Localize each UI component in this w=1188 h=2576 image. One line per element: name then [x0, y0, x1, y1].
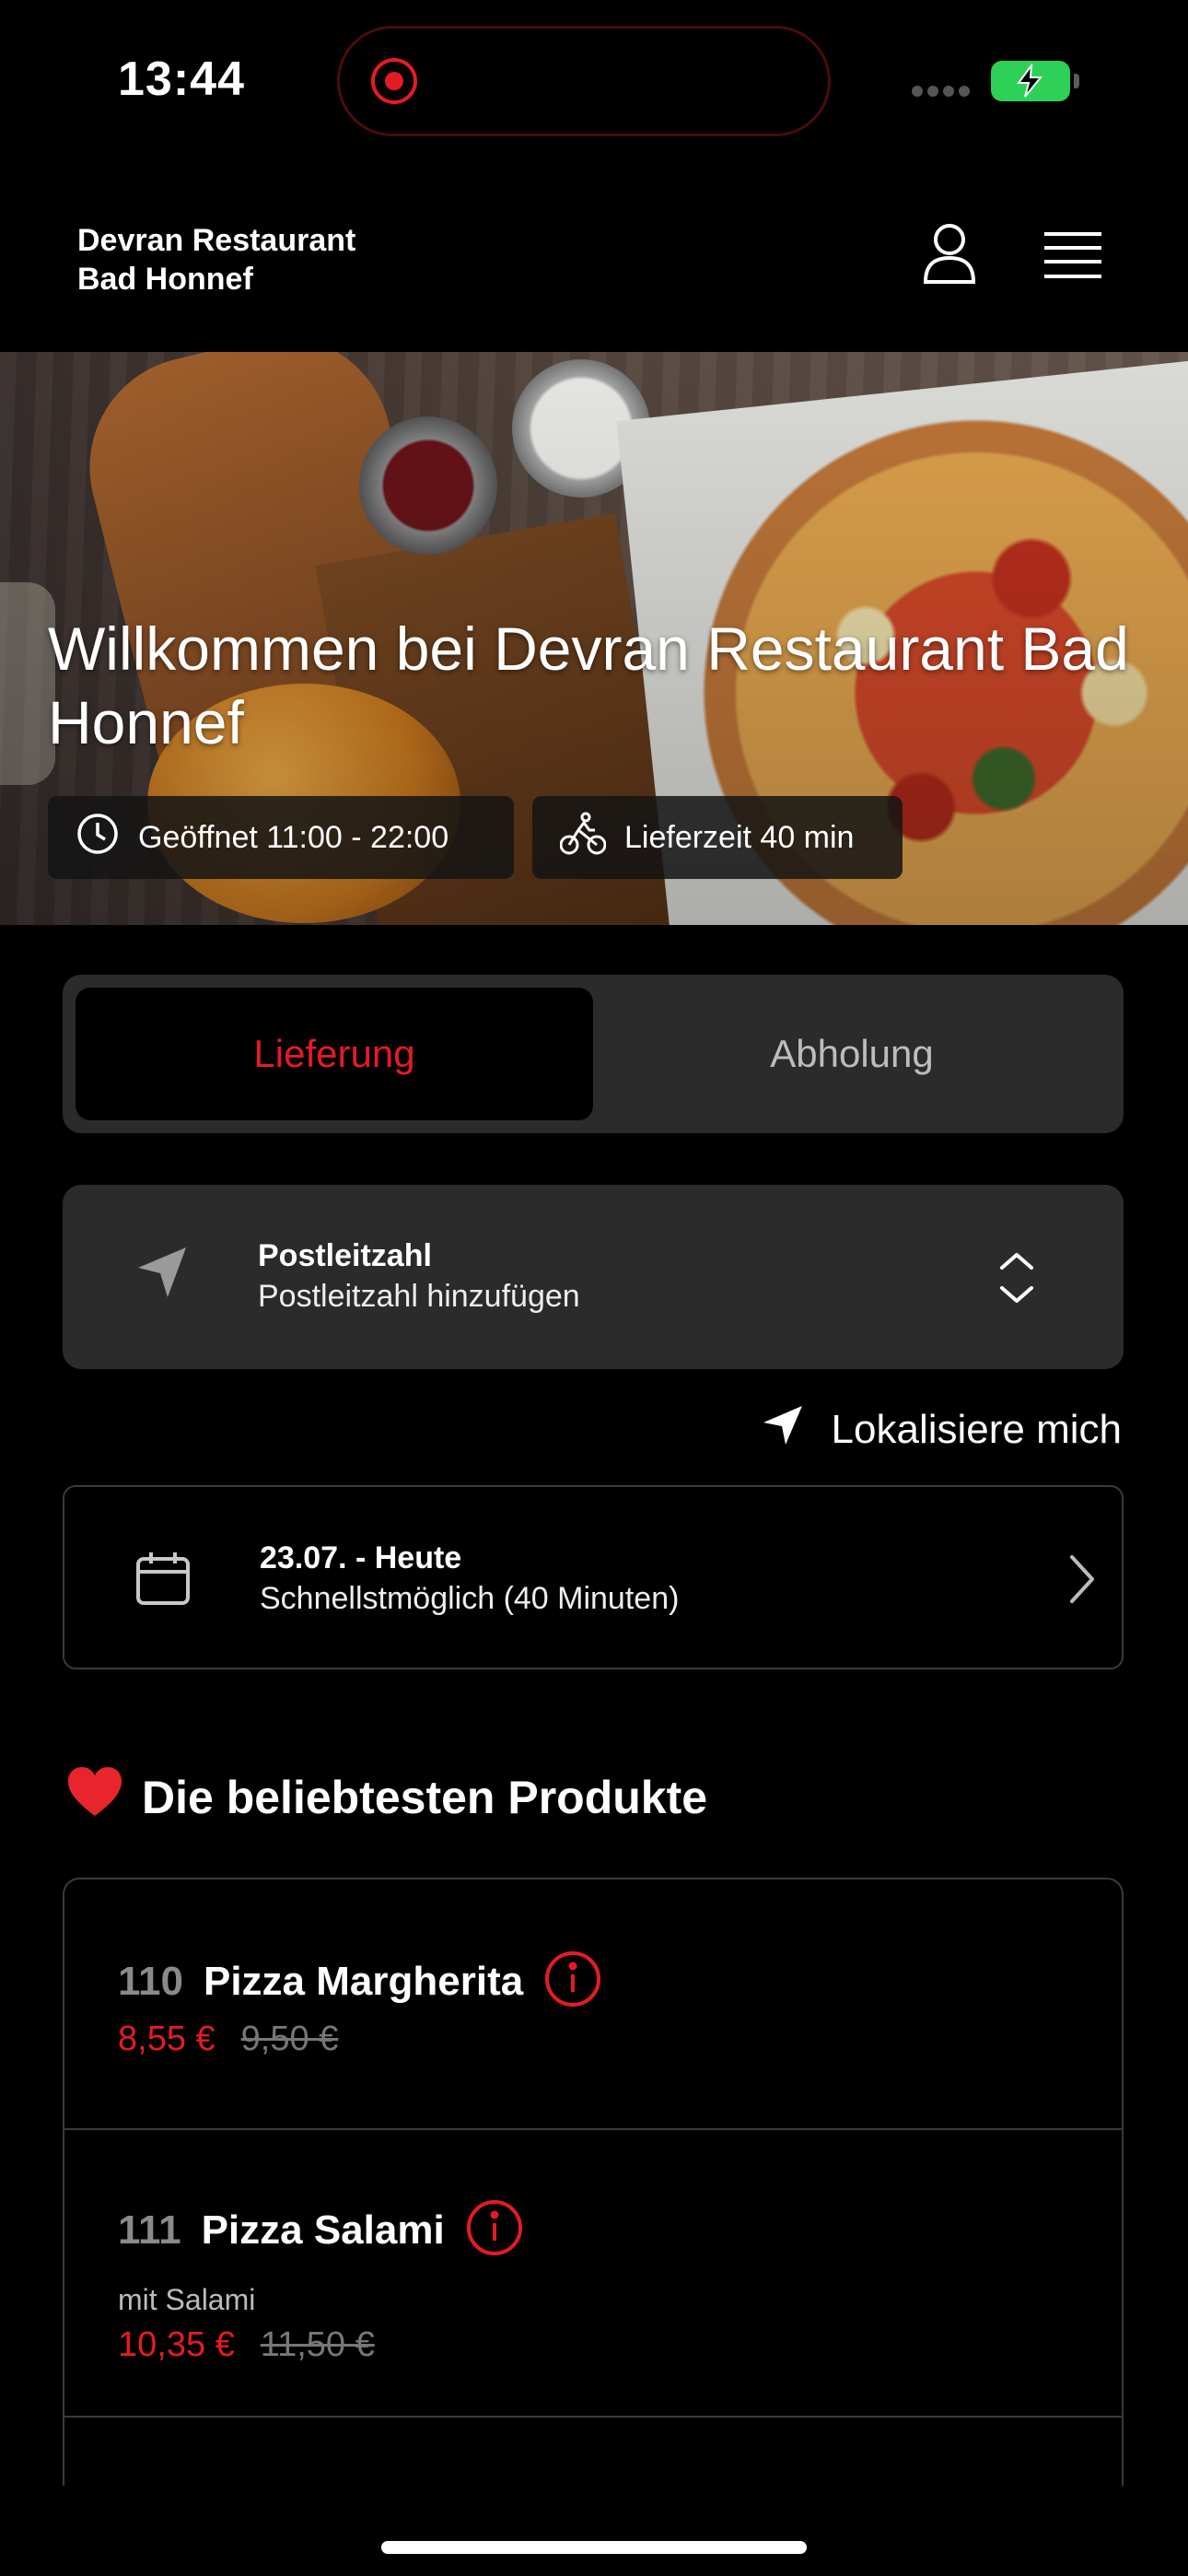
welcome-title: Willkommen bei Devran Restaurant Bad Hon…	[48, 615, 1129, 756]
delivery-date: 23.07. - Heute	[260, 1540, 462, 1575]
product-old-price: 11,50 €	[260, 2325, 375, 2364]
user-icon[interactable]	[917, 221, 982, 286]
info-icon[interactable]	[543, 1950, 602, 2013]
restaurant-name-line1: Devran Restaurant	[77, 223, 356, 258]
product-price: 10,35 €	[118, 2325, 235, 2364]
delivery-time-text: Lieferzeit 40 min	[624, 819, 855, 855]
locate-me-button[interactable]: Lokalisiere mich	[762, 1400, 1122, 1459]
tab-pickup[interactable]: Abholung	[593, 988, 1111, 1120]
opening-hours-badge: Geöffnet 11:00 - 22:00	[48, 796, 514, 879]
restaurant-name-line2: Bad Honnef	[77, 262, 253, 297]
postcode-placeholder: Postleitzahl hinzufügen	[258, 1279, 580, 1314]
location-arrow-icon	[134, 1244, 190, 1306]
hamburger-menu-icon[interactable]	[1042, 230, 1103, 280]
product-old-price: 9,50 €	[240, 2020, 339, 2058]
hero-banner: Willkommen bei Devran Restaurant Bad Hon…	[0, 352, 1188, 925]
restaurant-name[interactable]: Devran Restaurant Bad Honnef	[77, 221, 355, 299]
navigation-arrow-icon	[762, 1404, 804, 1457]
product-item[interactable]: 111 Pizza Salami mit Salami 10,35 € 11,5…	[64, 2130, 1122, 2418]
home-indicator[interactable]	[381, 2541, 807, 2554]
calendar-icon	[134, 1550, 192, 1611]
chevron-up-down-icon	[998, 1249, 1035, 1311]
locate-me-label: Lokalisiere mich	[831, 1407, 1122, 1452]
postcode-selector[interactable]: Postleitzahl Postleitzahl hinzufügen	[63, 1185, 1124, 1369]
product-list: 110 Pizza Margherita 8,55 € 9,50 € 111 P…	[63, 1878, 1124, 2486]
app-screen: 13:44 Devran Restaurant Bad Honnef Willk…	[0, 0, 1188, 2576]
tab-delivery[interactable]: Lieferung	[76, 988, 593, 1120]
section-title-text: Die beliebtesten Produkte	[142, 1772, 708, 1823]
screen-recording-icon	[371, 58, 417, 104]
bicycle-courier-icon	[559, 812, 607, 864]
order-mode-toggle: Lieferung Abholung	[63, 975, 1124, 1133]
product-name: Pizza Margherita	[203, 1958, 524, 2004]
postcode-label: Postleitzahl	[258, 1238, 432, 1273]
cellular-signal-icon	[912, 85, 976, 98]
status-time: 13:44	[118, 53, 245, 106]
delivery-time-option: Schnellstmöglich (40 Minuten)	[260, 1581, 680, 1616]
info-icon[interactable]	[465, 2198, 524, 2262]
dynamic-island	[337, 26, 831, 136]
product-number: 111	[118, 2207, 181, 2253]
status-bar: 13:44	[0, 0, 1188, 157]
opening-hours-text: Geöffnet 11:00 - 22:00	[138, 819, 449, 855]
product-number: 110	[118, 1958, 183, 2004]
clock-icon	[76, 812, 120, 864]
section-title-popular: Die beliebtesten Produkte	[66, 1767, 707, 1828]
battery-charging-icon	[991, 61, 1079, 101]
app-header: Devran Restaurant Bad Honnef	[0, 157, 1188, 352]
delivery-time-badge: Lieferzeit 40 min	[532, 796, 903, 879]
delivery-time-selector[interactable]: 23.07. - Heute Schnellstmöglich (40 Minu…	[63, 1485, 1124, 1669]
product-price: 8,55 €	[118, 2020, 215, 2058]
heart-icon	[66, 1766, 123, 1829]
product-description: mit Salami	[118, 2283, 256, 2316]
chevron-right-icon	[1068, 1553, 1096, 1610]
product-item[interactable]: 110 Pizza Margherita 8,55 € 9,50 €	[64, 1879, 1122, 2130]
product-name: Pizza Salami	[201, 2207, 445, 2253]
